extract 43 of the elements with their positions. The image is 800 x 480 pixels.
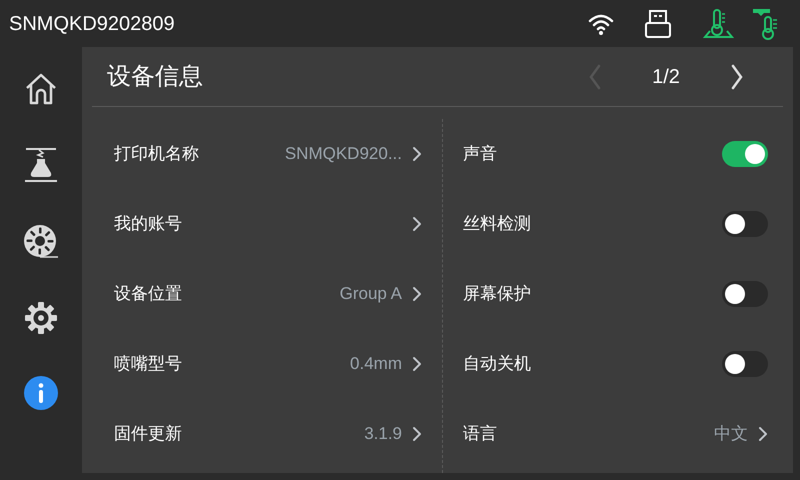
chevron-right-icon [412,216,422,232]
settings-row[interactable]: 我的账号 [114,189,422,259]
settings-row[interactable]: 设备位置 Group A [114,259,422,329]
row-value: 中文 [714,423,748,446]
row-label: 设备位置 [114,283,182,306]
row-value: SNMQKD920... [284,143,402,166]
settings-icon[interactable] [24,301,58,335]
settings-row[interactable]: 喷嘴型号 0.4mm [114,329,422,399]
settings-row[interactable]: 固件更新 3.1.9 [114,399,422,469]
toggle-switch[interactable] [722,141,768,167]
row-label: 屏幕保护 [463,283,531,306]
usb-drive-icon [644,10,672,38]
row-label: 自动关机 [463,353,531,376]
row-value: 0.4mm [350,353,402,376]
row-label: 语言 [463,423,497,446]
device-name: SNMQKD9202809 [9,12,175,36]
bed-temperature-icon [702,8,734,38]
settings-row[interactable]: 打印机名称 SNMQKD920... [114,119,422,189]
toggle-switch[interactable] [722,281,768,307]
chevron-right-icon [412,286,422,302]
printer-icon[interactable] [24,147,58,183]
panel-title: 设备信息 [107,62,203,92]
toggle-switch[interactable] [722,351,768,377]
row-label: 喷嘴型号 [114,353,182,376]
toggle-switch[interactable] [722,211,768,237]
row-label: 打印机名称 [114,143,199,166]
chevron-right-icon [730,64,744,90]
chevron-left-icon [588,64,602,90]
chevron-right-icon [758,426,768,442]
chevron-right-icon [412,146,422,162]
row-label: 声音 [463,143,497,166]
chevron-right-icon [412,426,422,442]
page-indicator: 1/2 [651,64,681,90]
row-label: 丝料检测 [463,213,531,236]
info-icon[interactable] [24,376,58,410]
chevron-right-icon [412,356,422,372]
wifi-icon [588,12,614,34]
row-value: Group A [340,283,402,306]
row-label: 固件更新 [114,423,182,446]
filament-spool-icon[interactable] [23,224,59,260]
row-label: 我的账号 [114,213,182,236]
home-icon[interactable] [24,72,58,106]
row-value: 3.1.9 [364,423,402,446]
